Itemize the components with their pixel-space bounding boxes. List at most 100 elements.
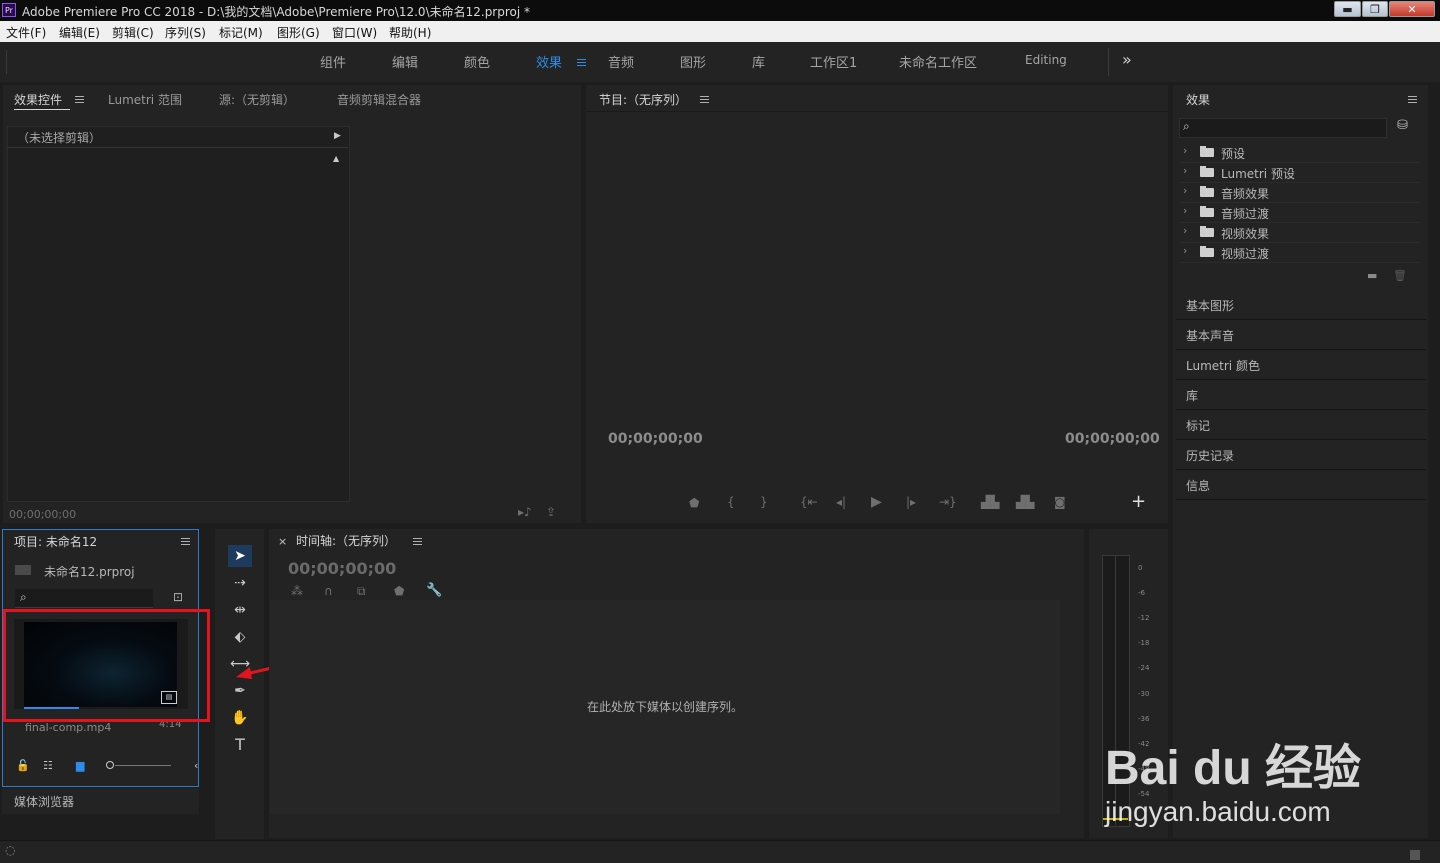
menu-graphics[interactable]: 图形(G)	[277, 24, 320, 41]
chevron-right-icon[interactable]: ›	[1183, 164, 1187, 177]
workspace-tab-libraries[interactable]: 库	[752, 52, 765, 71]
new-custom-bin-icon[interactable]: ⛁	[1397, 118, 1408, 133]
playhead-timecode[interactable]: 00;00;00;00	[608, 431, 703, 447]
workspace-tab-editing-en[interactable]: Editing	[1025, 53, 1067, 67]
clip-name[interactable]: final-comp.mp4	[25, 721, 111, 734]
section-markers[interactable]: 标记	[1176, 410, 1426, 440]
tab-effect-controls[interactable]: 效果控件	[14, 91, 62, 108]
go-to-out-icon[interactable]: ⇥}	[939, 495, 957, 509]
nest-icon[interactable]: ⁂	[291, 584, 303, 598]
camera-icon[interactable]: ◙	[1054, 495, 1066, 509]
go-to-in-icon[interactable]: {⇤	[800, 495, 818, 509]
mark-out-icon[interactable]: }	[760, 495, 768, 509]
effect-folder-video-transitions[interactable]: › 视频过渡	[1180, 243, 1420, 263]
section-lumetri-color[interactable]: Lumetri 颜色	[1176, 350, 1426, 380]
timeline-timecode[interactable]: 00;00;00;00	[288, 559, 396, 578]
panel-menu-icon[interactable]	[181, 538, 190, 546]
add-marker-icon[interactable]: ⬟	[689, 496, 699, 510]
close-window-button[interactable]: ✕	[1389, 1, 1435, 17]
project-search-input[interactable]	[15, 589, 153, 608]
close-tab-icon[interactable]: ×	[278, 535, 287, 548]
add-marker-icon[interactable]: ⬟	[394, 584, 404, 598]
menu-clip[interactable]: 剪辑(C)	[112, 24, 154, 41]
effect-folder-video-effects[interactable]: › 视频效果	[1180, 223, 1420, 243]
panel-menu-icon[interactable]	[413, 538, 422, 546]
workspace-tab-effects[interactable]: 效果	[536, 52, 562, 71]
scroll-up-icon[interactable]: ▲	[333, 154, 339, 163]
menu-help[interactable]: 帮助(H)	[389, 24, 431, 41]
workspace-menu-icon[interactable]	[577, 59, 586, 67]
menu-window[interactable]: 窗口(W)	[332, 24, 377, 41]
workspace-tab-audio[interactable]: 音频	[608, 52, 634, 71]
workspace-tab-untitled[interactable]: 未命名工作区	[899, 52, 977, 71]
section-history[interactable]: 历史记录	[1176, 440, 1426, 470]
maximize-button[interactable]: ❐	[1362, 1, 1388, 17]
menu-marker[interactable]: 标记(M)	[219, 24, 263, 41]
step-back-icon[interactable]: ◂|	[836, 495, 846, 509]
icon-view-icon[interactable]: ▆	[76, 759, 84, 772]
resize-grip-icon[interactable]	[1410, 850, 1420, 860]
section-info[interactable]: 信息	[1176, 470, 1426, 500]
panel-menu-icon[interactable]	[700, 96, 709, 104]
chevron-right-icon[interactable]: ›	[1183, 184, 1187, 197]
workspace-overflow-button[interactable]: »	[1122, 50, 1132, 69]
section-essential-sound[interactable]: 基本声音	[1176, 320, 1426, 350]
ripple-edit-tool-icon[interactable]: ⇹	[228, 599, 252, 621]
linked-selection-icon[interactable]: ⧉	[357, 584, 366, 599]
menu-file[interactable]: 文件(F)	[6, 24, 46, 41]
chevron-left-icon[interactable]: ‹	[194, 759, 198, 772]
type-tool-icon[interactable]: T	[228, 734, 252, 756]
list-view-icon[interactable]: ☷	[43, 759, 53, 772]
effect-folder-lumetri-presets[interactable]: › Lumetri 预设	[1180, 163, 1420, 183]
track-select-tool-icon[interactable]: ⇢	[228, 572, 252, 594]
chevron-right-icon[interactable]: ›	[1183, 144, 1187, 157]
effect-controls-timecode[interactable]: 00;00;00;00	[9, 508, 76, 521]
tab-lumetri-scopes[interactable]: Lumetri 范围	[108, 91, 182, 108]
chevron-right-icon[interactable]: ›	[1183, 224, 1187, 237]
lock-icon[interactable]: 🔓	[16, 759, 30, 772]
workspace-tab-assembly[interactable]: 组件	[320, 52, 346, 71]
razor-tool-icon[interactable]: ⬖	[228, 626, 252, 648]
hand-tool-icon[interactable]: ✋	[228, 707, 252, 729]
minimize-button[interactable]: ▬	[1334, 1, 1361, 17]
effect-folder-audio-effects[interactable]: › 音频效果	[1180, 183, 1420, 203]
workspace-tab-editing[interactable]: 编辑	[392, 52, 418, 71]
menu-edit[interactable]: 编辑(E)	[59, 24, 100, 41]
lift-icon[interactable]: ▟▙	[981, 495, 999, 509]
expand-arrow-icon[interactable]: ▶	[334, 131, 341, 141]
new-bin-icon[interactable]: ⊡	[173, 590, 183, 604]
zoom-slider-handle[interactable]	[106, 761, 114, 769]
wrench-icon[interactable]: 🔧	[426, 583, 442, 598]
button-editor-add-icon[interactable]: +	[1131, 491, 1146, 512]
mark-in-icon[interactable]: {	[727, 495, 735, 509]
section-essential-graphics[interactable]: 基本图形	[1176, 290, 1426, 320]
tab-source[interactable]: 源:（无剪辑）	[219, 91, 295, 108]
selection-tool-icon[interactable]: ➤	[228, 545, 252, 567]
status-bar: ◌	[0, 840, 1440, 863]
new-folder-icon[interactable]: ▬	[1367, 269, 1377, 282]
effects-search-input[interactable]	[1179, 118, 1387, 138]
effect-folder-presets[interactable]: › 预设	[1180, 143, 1420, 163]
tab-audio-clip-mixer[interactable]: 音频剪辑混合器	[337, 91, 421, 108]
play-audio-icon[interactable]: ▸♪	[518, 505, 532, 519]
workspace-tab-color[interactable]: 颜色	[464, 52, 490, 71]
tab-media-browser[interactable]: 媒体浏览器	[14, 793, 74, 810]
chevron-right-icon[interactable]: ›	[1183, 244, 1187, 257]
chevron-right-icon[interactable]: ›	[1183, 204, 1187, 217]
play-icon[interactable]: ▶	[871, 494, 882, 510]
step-forward-icon[interactable]: |▸	[906, 495, 916, 509]
export-icon[interactable]: ⇪	[546, 505, 556, 519]
snap-icon[interactable]: ∩	[324, 584, 333, 598]
zoom-slider-track[interactable]	[115, 765, 171, 766]
pen-tool-icon[interactable]: ✒	[228, 680, 252, 702]
panel-menu-icon[interactable]	[75, 96, 84, 104]
clip-thumbnail-image[interactable]	[24, 622, 177, 707]
extract-icon[interactable]: ▟▙	[1016, 495, 1034, 509]
panel-menu-icon[interactable]	[1408, 96, 1417, 104]
effect-folder-audio-transitions[interactable]: › 音频过渡	[1180, 203, 1420, 223]
section-libraries[interactable]: 库	[1176, 380, 1426, 410]
delete-icon[interactable]: 🗑	[1393, 269, 1407, 282]
workspace-tab-workspace1[interactable]: 工作区1	[810, 52, 857, 71]
workspace-tab-graphics[interactable]: 图形	[680, 52, 706, 71]
menu-sequence[interactable]: 序列(S)	[165, 24, 206, 41]
